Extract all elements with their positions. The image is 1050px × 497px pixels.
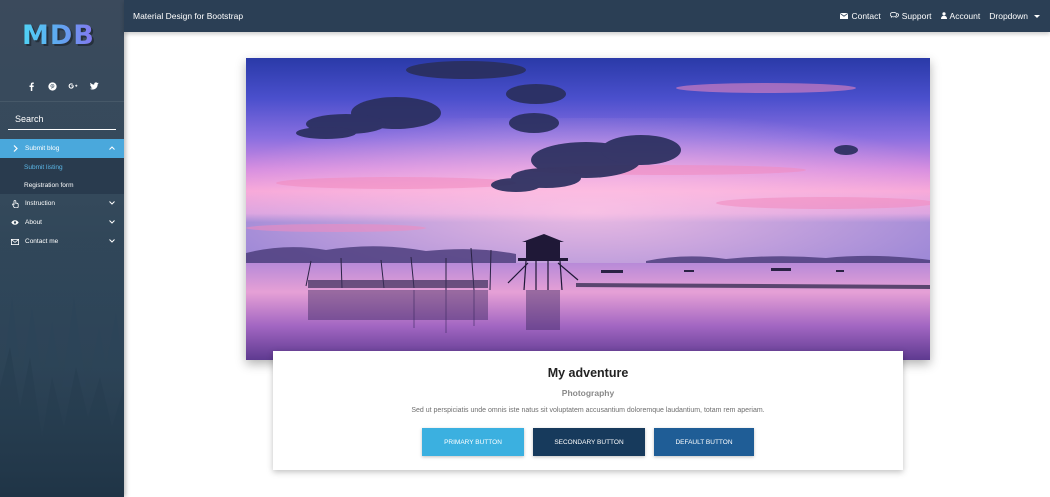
nav-dropdown[interactable]: Dropdown [989, 11, 1040, 21]
sidebar-item-label: Submit blog [25, 145, 60, 152]
sidebar-item-about[interactable]: About [0, 213, 124, 232]
sidebar-item-label: Instruction [25, 200, 55, 207]
submenu-submit-blog: Submit listing Registration form [0, 158, 124, 194]
nav-link-contact[interactable]: Contact [840, 11, 881, 21]
nav-link-label: Account [949, 11, 981, 21]
chevron-down-icon [109, 238, 115, 245]
sidebar: MDB MDB Submit blog Submit listing [0, 0, 124, 497]
nav-link-label: Dropdown [989, 11, 1028, 21]
hand-pointer-icon [10, 199, 20, 208]
sidebar-item-label: Contact me [25, 238, 59, 245]
sidebar-menu: Submit blog Submit listing Registration … [0, 139, 124, 251]
envelope-icon [10, 238, 20, 245]
card-image [246, 58, 930, 360]
comments-icon [889, 11, 899, 21]
twitter-icon[interactable] [89, 80, 99, 92]
chevron-down-icon [109, 200, 115, 207]
chevron-down-icon [109, 219, 115, 226]
sunset-lake-image [246, 58, 930, 360]
navbar-links: Contact Support Account Dropdown [840, 11, 1040, 21]
submenu-item-submit-listing[interactable]: Submit listing [0, 158, 124, 176]
caret-down-icon [1034, 14, 1040, 18]
card-title: My adventure [547, 366, 629, 380]
nav-link-label: Contact [851, 11, 881, 21]
chevron-up-icon [109, 145, 115, 152]
user-icon [940, 11, 947, 21]
default-button[interactable]: DEFAULT BUTTON [654, 428, 754, 456]
nav-link-account[interactable]: Account [940, 11, 981, 21]
sidebar-item-instruction[interactable]: Instruction [0, 194, 124, 213]
primary-button[interactable]: PRIMARY BUTTON [422, 428, 524, 456]
submenu-item-registration-form[interactable]: Registration form [0, 176, 124, 194]
secondary-button[interactable]: SECONDARY BUTTON [533, 428, 645, 456]
sidebar-item-contact-me[interactable]: Contact me [0, 232, 124, 251]
sidebar-search [0, 101, 124, 131]
nav-link-label: Support [901, 11, 932, 21]
navbar-brand[interactable]: Material Design for Bootstrap [133, 11, 243, 21]
sidebar-item-label: About [25, 219, 42, 226]
sidebar-item-submit-blog[interactable]: Submit blog [0, 139, 124, 158]
pinterest-icon[interactable] [47, 80, 57, 92]
search-input[interactable] [8, 108, 116, 130]
nav-link-support[interactable]: Support [889, 11, 932, 21]
card-body: My adventure Photography Sed ut perspici… [273, 351, 903, 470]
card-text: Sed ut perspiciatis unde omnis iste natu… [411, 407, 765, 414]
sidebar-forest-background [0, 237, 124, 497]
google-plus-icon[interactable] [68, 80, 78, 92]
eye-icon [10, 220, 20, 225]
envelope-icon [840, 11, 849, 21]
facebook-icon[interactable] [26, 80, 36, 92]
social-icons [26, 80, 99, 92]
logo[interactable]: MDB [22, 20, 102, 56]
top-navbar: Material Design for Bootstrap Contact Su… [124, 0, 1050, 32]
chevron-right-icon [10, 145, 20, 152]
card-subtitle: Photography [561, 388, 615, 398]
